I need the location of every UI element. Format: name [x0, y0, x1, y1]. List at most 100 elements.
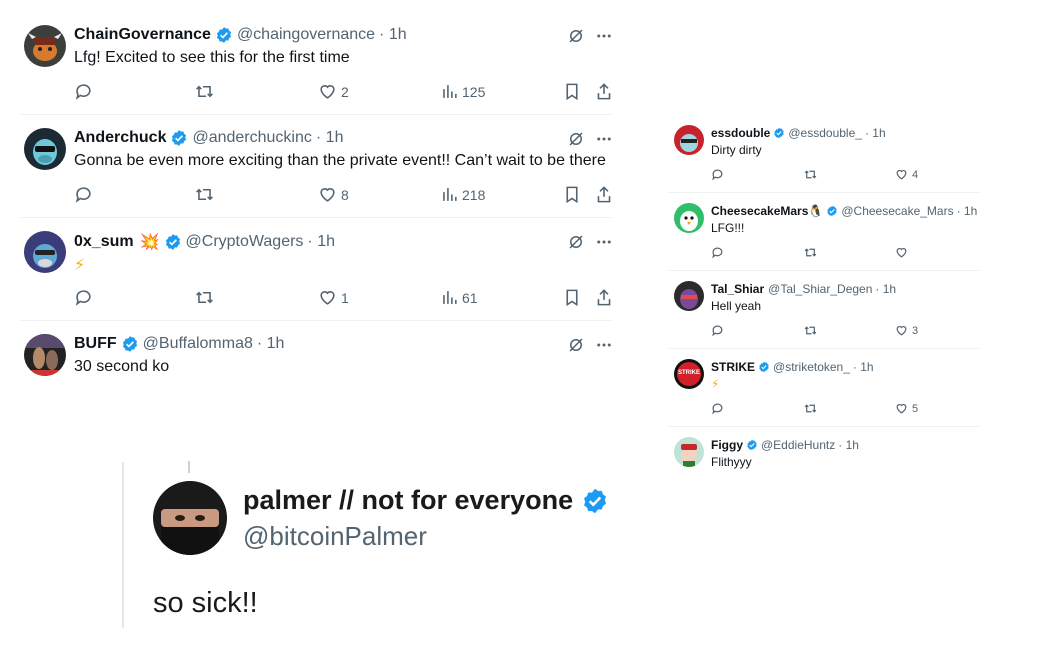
handle[interactable]: @Tal_Shiar_Degen: [768, 282, 872, 296]
more-icon[interactable]: [595, 336, 613, 354]
name-emoji: 🐧: [808, 204, 824, 218]
verified-badge-icon: [121, 335, 139, 353]
divider: [668, 348, 980, 349]
reply-button[interactable]: [711, 246, 724, 259]
like-button[interactable]: [895, 246, 912, 259]
more-icon[interactable]: [595, 233, 613, 251]
reply-button[interactable]: [711, 168, 724, 181]
share-button[interactable]: [595, 82, 613, 101]
handle[interactable]: @EddieHuntz: [761, 438, 835, 452]
timestamp[interactable]: · 1h: [957, 204, 978, 218]
avatar[interactable]: [24, 334, 66, 376]
bookmark-button[interactable]: [563, 185, 581, 204]
reply-icon: [75, 187, 91, 203]
avatar[interactable]: [674, 203, 704, 233]
handle[interactable]: @Cheesecake_Mars: [841, 204, 953, 218]
like-icon: [320, 85, 335, 99]
timestamp[interactable]: · 1h: [316, 129, 344, 147]
timestamp[interactable]: · 1h: [875, 282, 896, 296]
timestamp[interactable]: · 1h: [838, 438, 859, 452]
bookmark-button[interactable]: [563, 288, 581, 307]
retweet-button[interactable]: [803, 402, 818, 415]
avatar[interactable]: [24, 25, 66, 67]
reply-button[interactable]: [74, 288, 93, 307]
retweet-button[interactable]: [194, 288, 215, 307]
ape-avatar-icon: [24, 128, 66, 170]
handle[interactable]: @chaingovernance: [237, 26, 375, 44]
display-name[interactable]: essdouble: [711, 126, 770, 140]
view-count: 218: [462, 186, 486, 203]
handle[interactable]: @essdouble_: [788, 126, 862, 140]
handle[interactable]: @striketoken_: [773, 360, 850, 374]
grok-icon[interactable]: [567, 336, 585, 354]
avatar[interactable]: STRIKE: [674, 359, 704, 389]
share-button[interactable]: [595, 288, 613, 307]
views-button[interactable]: 61: [441, 288, 478, 307]
display-name[interactable]: BUFF: [74, 335, 117, 353]
display-name[interactable]: STRIKE: [711, 360, 755, 374]
timestamp[interactable]: · 1h: [307, 233, 335, 251]
divider: [668, 192, 980, 193]
timestamp[interactable]: · 1h: [379, 26, 407, 44]
avatar[interactable]: [674, 281, 704, 311]
avatar[interactable]: [674, 125, 704, 155]
reply-button[interactable]: [711, 324, 724, 337]
like-button[interactable]: 4: [895, 168, 918, 181]
reply-icon: [712, 403, 723, 415]
share-button[interactable]: [595, 185, 613, 204]
retweet-icon: [804, 326, 817, 335]
retweet-icon: [804, 404, 817, 413]
display-name[interactable]: 0x_sum: [74, 233, 134, 251]
divider: [668, 426, 980, 427]
quote-display-name[interactable]: palmer // not for everyone: [243, 485, 573, 516]
display-name[interactable]: Anderchuck: [74, 129, 166, 147]
display-name[interactable]: ChainGovernance: [74, 26, 211, 44]
timestamp[interactable]: · 1h: [853, 360, 874, 374]
display-name[interactable]: CheesecakeMars: [711, 204, 808, 218]
grok-icon[interactable]: [567, 27, 585, 45]
retweet-button[interactable]: [194, 82, 215, 101]
handle[interactable]: @CryptoWagers: [186, 233, 304, 251]
tweet-text: ⚡: [711, 377, 720, 391]
like-icon: [896, 326, 907, 336]
like-button[interactable]: 8: [318, 185, 349, 204]
timestamp[interactable]: · 1h: [865, 126, 886, 140]
divider: [20, 114, 613, 115]
grok-icon[interactable]: [567, 130, 585, 148]
reply-button[interactable]: [711, 402, 724, 415]
avatar[interactable]: [24, 231, 66, 273]
divider: [668, 270, 980, 271]
avatar[interactable]: [24, 128, 66, 170]
handle[interactable]: @anderchuckinc: [192, 129, 311, 147]
penguin-avatar-icon: [674, 203, 704, 233]
more-icon[interactable]: [595, 130, 613, 148]
more-icon[interactable]: [595, 27, 613, 45]
reply-button[interactable]: [74, 82, 93, 101]
like-button[interactable]: 5: [895, 402, 918, 415]
tweet-text: Flithyyy: [711, 455, 752, 469]
display-name[interactable]: Tal_Shiar: [711, 282, 764, 296]
views-button[interactable]: 218: [441, 185, 485, 204]
avatar[interactable]: [674, 437, 704, 467]
bookmark-button[interactable]: [563, 82, 581, 101]
avatar[interactable]: [153, 481, 227, 555]
reply-button[interactable]: [74, 185, 93, 204]
like-button[interactable]: 1: [318, 288, 349, 307]
quote-handle[interactable]: @bitcoinPalmer: [243, 521, 427, 552]
grok-icon[interactable]: [567, 233, 585, 251]
reply-icon: [712, 325, 723, 337]
retweet-button[interactable]: [194, 185, 215, 204]
retweet-button[interactable]: [803, 246, 818, 259]
retweet-button[interactable]: [803, 168, 818, 181]
handle[interactable]: @Buffalomma8: [143, 335, 253, 353]
display-name[interactable]: Figgy: [711, 438, 743, 452]
tweet-text: Lfg! Excited to see this for the first t…: [74, 49, 350, 66]
tweet-text: Hell yeah: [711, 299, 762, 313]
like-button[interactable]: 2: [318, 82, 349, 101]
retweet-button[interactable]: [803, 324, 818, 337]
verified-badge-icon: [773, 127, 785, 139]
like-button[interactable]: 3: [895, 324, 918, 337]
thread-line: [188, 461, 190, 473]
views-button[interactable]: 125: [441, 82, 485, 101]
timestamp[interactable]: · 1h: [257, 335, 285, 353]
